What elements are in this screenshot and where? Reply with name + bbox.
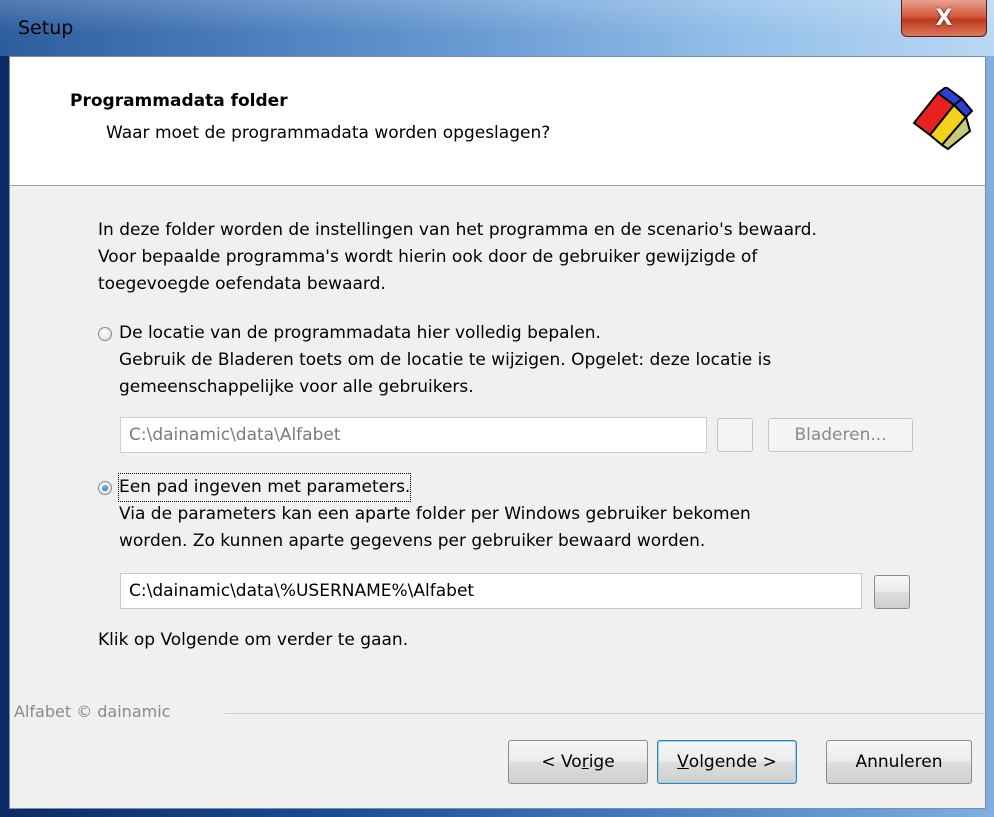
intro-text: In deze folder worden de instellingen va… [98, 217, 958, 298]
cancel-button[interactable]: Annuleren [826, 740, 972, 784]
back-label-suffix: ige [588, 752, 615, 772]
setup-window: Setup X Programmadata folder Waar moet d… [0, 0, 994, 817]
radio-parameter-path[interactable] [98, 480, 112, 495]
hint-text: Klik op Volgende om verder te gaan. [98, 630, 409, 650]
option-parameter-path-desc-1: Via de parameters kan een aparte folder … [119, 504, 751, 524]
option-full-location-desc-2: gemeenschappelijke voor alle gebruikers. [119, 377, 474, 397]
brand-label: Alfabet © dainamic [14, 702, 171, 721]
title-bar[interactable]: Setup X [0, 0, 994, 56]
back-label-accel: r [581, 752, 589, 772]
browse-button[interactable]: Bladeren... [768, 418, 913, 452]
option-full-location-label[interactable]: De locatie van de programmadata hier vol… [119, 320, 601, 347]
option-parameter-path-desc-2: worden. Zo kunnen aparte gegevens per ge… [119, 531, 706, 551]
next-label-accel: V [677, 752, 689, 772]
close-button[interactable]: X [901, 0, 987, 37]
parameter-path-field[interactable]: C:\dainamic\data\%USERNAME%\Alfabet [120, 573, 862, 609]
option-parameter-path-label[interactable]: Een pad ingeven met parameters. [117, 473, 412, 502]
option-full-location-desc-1: Gebruik de Bladeren toets om de locatie … [119, 350, 772, 370]
close-icon: X [935, 5, 953, 31]
full-location-small-button[interactable] [717, 418, 753, 452]
next-label-suffix: olgende > [688, 752, 777, 772]
page-subtitle: Waar moet de programmadata worden opgesl… [106, 123, 551, 143]
parameter-path-button[interactable] [874, 575, 910, 609]
dialog-client: Programmadata folder Waar moet de progra… [9, 56, 986, 809]
next-button[interactable]: Volgende > [657, 740, 797, 784]
back-button[interactable]: < Vo r ige [508, 740, 648, 784]
option-parameter-path[interactable]: Een pad ingeven met parameters. [98, 473, 412, 502]
back-label-prefix: < Vo [541, 752, 582, 772]
page-title: Programmadata folder [70, 91, 288, 111]
intro-line-3: toegevoegde oefendata bewaard. [98, 274, 386, 294]
full-location-path-field[interactable]: C:\dainamic\data\Alfabet [120, 417, 707, 453]
window-title: Setup [18, 17, 74, 39]
wizard-header: Programmadata folder Waar moet de progra… [10, 57, 985, 186]
alfabet-logo-icon [912, 87, 974, 151]
footer-divider [225, 713, 985, 714]
intro-line-1: In deze folder worden de instellingen va… [98, 220, 817, 240]
radio-full-location[interactable] [98, 326, 112, 341]
intro-line-2: Voor bepaalde programma's wordt hierin o… [98, 247, 758, 267]
option-full-location[interactable]: De locatie van de programmadata hier vol… [98, 320, 601, 347]
